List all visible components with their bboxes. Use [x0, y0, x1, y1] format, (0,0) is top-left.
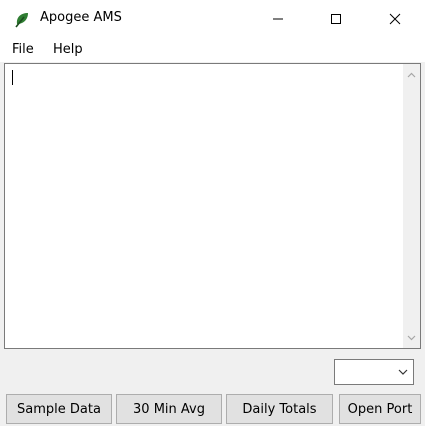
open-port-button[interactable]: Open Port [339, 394, 421, 424]
text-caret [12, 70, 13, 85]
close-button[interactable] [366, 0, 424, 38]
30-min-avg-button[interactable]: 30 Min Avg [116, 394, 222, 424]
port-select[interactable] [334, 359, 414, 385]
scroll-up-arrow-icon[interactable] [403, 66, 420, 83]
maximize-button[interactable] [307, 0, 365, 38]
daily-totals-button[interactable]: Daily Totals [226, 394, 333, 424]
menu-bar: File Help [0, 38, 425, 62]
minimize-button[interactable] [249, 0, 307, 38]
menu-file[interactable]: File [12, 42, 34, 57]
close-icon [389, 10, 401, 29]
vertical-scrollbar[interactable] [403, 64, 420, 348]
window-title: Apogee AMS [40, 10, 122, 25]
sample-data-button[interactable]: Sample Data [6, 394, 112, 424]
menu-help[interactable]: Help [53, 42, 83, 57]
chevron-down-icon [393, 360, 413, 384]
maximize-icon [330, 10, 342, 29]
title-bar: Apogee AMS [0, 0, 425, 38]
minimize-icon [272, 10, 284, 29]
scroll-down-arrow-icon[interactable] [403, 329, 420, 346]
leaf-icon [13, 11, 31, 29]
output-text-area[interactable] [4, 63, 421, 349]
